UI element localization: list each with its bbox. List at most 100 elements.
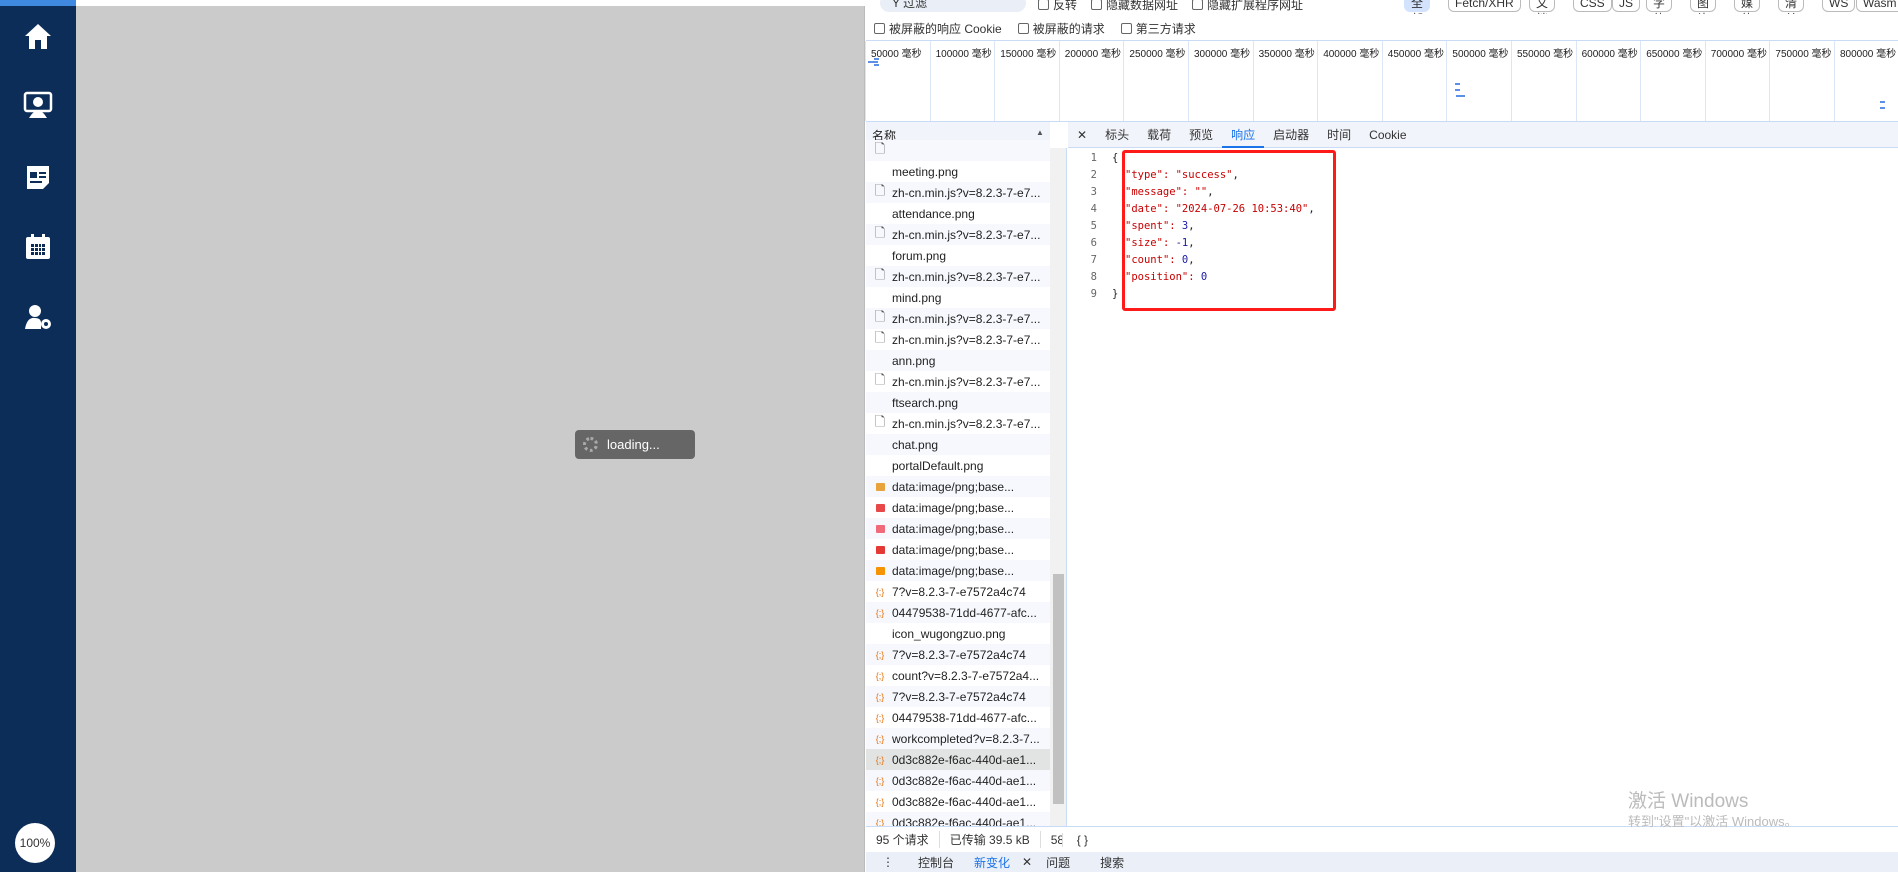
close-details-button[interactable]: ✕ (1068, 122, 1096, 148)
timeline-tick-label: 350000 毫秒 (1252, 41, 1318, 121)
request-name: 0d3c882e-f6ac-440d-ae1... (892, 752, 1037, 767)
fetch-xhr-icon: {;} (875, 754, 885, 765)
sidebar: 100% (0, 0, 76, 872)
request-row[interactable]: {;} workcompleted?v=8.2.3-7... (866, 728, 1050, 749)
tab-4[interactable]: 启动器 (1264, 122, 1318, 148)
request-row[interactable]: data:image/png;base... (866, 518, 1050, 539)
type-filter-button[interactable]: Fetch/XHR (1448, 0, 1521, 12)
type-filter-button[interactable]: 图片 (1690, 0, 1717, 14)
type-filter-button[interactable]: 字体 (1646, 0, 1673, 14)
request-row[interactable]: mind.png (866, 287, 1050, 308)
checkbox-box[interactable] (1017, 23, 1029, 34)
request-row[interactable]: attendance.png (866, 203, 1050, 224)
loading-text: loading... (607, 437, 660, 452)
request-row[interactable]: 🗋 zh-cn.min.js?v=8.2.3-7-e7... (866, 266, 1050, 287)
request-row[interactable]: {;} 7?v=8.2.3-7-e7572a4c74 (866, 581, 1050, 602)
more-tools-icon[interactable]: ⋮ (866, 855, 906, 869)
tab-6[interactable]: Cookie (1360, 122, 1415, 148)
timeline-tick-label: 500000 毫秒 (1446, 41, 1511, 121)
calendar-icon[interactable] (20, 229, 56, 265)
checkbox-0[interactable]: 被屏蔽的响应 Cookie (874, 20, 1002, 37)
type-filter-button[interactable]: 清单 (1778, 0, 1805, 14)
request-row[interactable]: 🗋 (866, 140, 1050, 161)
request-name: zh-cn.min.js?v=8.2.3-7-e7... (892, 185, 1041, 200)
request-row[interactable]: {;} 04479538-71dd-4677-afc... (866, 707, 1050, 728)
checkbox-box[interactable] (1120, 23, 1132, 34)
request-row[interactable]: 🗋 zh-cn.min.js?v=8.2.3-7-e7... (866, 182, 1050, 203)
tab-whats-new[interactable]: 新变化 (966, 854, 1014, 871)
request-name: zh-cn.min.js?v=8.2.3-7-e7... (892, 332, 1041, 347)
type-filter-button[interactable]: WS (1822, 0, 1856, 12)
request-row[interactable]: {;} 0d3c882e-f6ac-440d-ae1... (866, 812, 1050, 826)
timeline-tick-label: 800000 毫秒 (1834, 41, 1898, 121)
zoom-level-badge[interactable]: 100% (15, 823, 55, 863)
newspaper-icon[interactable] (20, 159, 56, 195)
checkbox-box[interactable] (874, 23, 885, 34)
checkbox-box[interactable] (1192, 0, 1204, 10)
request-row[interactable]: data:image/png;base... (866, 560, 1050, 581)
tab-issues[interactable]: 问题 (1040, 854, 1100, 871)
user-settings-icon[interactable] (20, 299, 56, 335)
type-filter-button[interactable]: Wasm (1856, 0, 1898, 12)
devtools-network-panel: Y 过滤 反转 隐藏数据网址 隐藏扩展程序网址 全部 Fetch/XHR 文档 CSSJS… (865, 0, 1898, 872)
checkbox-2[interactable]: 隐藏扩展程序网址 (1192, 0, 1303, 13)
timeline-tick-label: 100000 毫秒 (929, 41, 995, 121)
close-tab-icon[interactable]: ✕ (1014, 855, 1040, 869)
request-name: 0d3c882e-f6ac-440d-ae1... (892, 815, 1037, 827)
request-name: 04479538-71dd-4677-afc... (892, 710, 1037, 725)
scrollbar-thumb[interactable] (1053, 574, 1064, 804)
tab-console[interactable]: 控制台 (906, 854, 966, 871)
request-row[interactable]: {;} 7?v=8.2.3-7-e7572a4c74 (866, 686, 1050, 707)
request-row[interactable]: data:image/png;base... (866, 476, 1050, 497)
request-row[interactable]: 🗋 zh-cn.min.js?v=8.2.3-7-e7... (866, 371, 1050, 392)
request-row[interactable]: chat.png (866, 434, 1050, 455)
request-list-scrollbar[interactable] (1050, 148, 1067, 826)
type-filter-button[interactable]: 文档 (1529, 0, 1556, 14)
checkbox-1[interactable]: 隐藏数据网址 (1091, 0, 1178, 13)
request-row[interactable]: {;} 0d3c882e-f6ac-440d-ae1... (866, 770, 1050, 791)
tab-2[interactable]: 预览 (1180, 122, 1222, 148)
pretty-print-button[interactable]: { } (1067, 833, 1098, 847)
request-row[interactable]: ftsearch.png (866, 392, 1050, 413)
type-filter-button[interactable]: CSS (1573, 0, 1612, 12)
type-filter-button[interactable]: JS (1612, 0, 1641, 12)
request-row[interactable]: meeting.png (866, 161, 1050, 182)
type-filter-button[interactable]: 媒体 (1734, 0, 1761, 14)
user-monitor-icon[interactable] (20, 87, 56, 123)
timeline-overview[interactable]: 50000 毫秒 100000 毫秒 150000 毫秒 200000 毫秒 25000… (865, 40, 1898, 122)
filter-input[interactable]: Y 过滤 (880, 0, 1026, 12)
tab-3[interactable]: 响应 (1222, 122, 1265, 148)
request-row[interactable]: portalDefault.png (866, 455, 1050, 476)
tab-5[interactable]: 时间 (1318, 122, 1360, 148)
request-row[interactable]: 🗋 zh-cn.min.js?v=8.2.3-7-e7... (866, 224, 1050, 245)
request-row[interactable]: icon_wugongzuo.png (866, 623, 1050, 644)
home-icon[interactable] (20, 18, 56, 54)
request-row[interactable]: {;} 0d3c882e-f6ac-440d-ae1... (866, 791, 1050, 812)
timeline-tick-label: 150000 毫秒 (994, 41, 1059, 121)
checkbox-0[interactable]: 反转 (1038, 0, 1077, 13)
line-number: 8 (1090, 271, 1097, 283)
request-row[interactable]: {;} 0d3c882e-f6ac-440d-ae1... (866, 749, 1050, 770)
request-row[interactable]: 🗋 zh-cn.min.js?v=8.2.3-7-e7... (866, 329, 1050, 350)
request-row[interactable]: {;} count?v=8.2.3-7-e7572a4... (866, 665, 1050, 686)
request-row[interactable]: 🗋 zh-cn.min.js?v=8.2.3-7-e7... (866, 413, 1050, 434)
timeline-tick-label: 400000 毫秒 (1317, 41, 1382, 121)
checkbox-box[interactable] (1091, 0, 1103, 10)
request-row[interactable]: data:image/png;base... (866, 539, 1050, 560)
tab-0[interactable]: 标头 (1096, 122, 1138, 148)
fetch-xhr-icon: {;} (875, 775, 885, 786)
request-row[interactable]: {;} 7?v=8.2.3-7-e7572a4c74 (866, 644, 1050, 665)
tab-search[interactable]: 搜索 (1100, 854, 1124, 871)
request-row[interactable]: ann.png (866, 350, 1050, 371)
checkbox-1[interactable]: 被屏蔽的请求 (1017, 20, 1105, 37)
request-name: ann.png (892, 353, 936, 368)
request-row[interactable]: data:image/png;base... (866, 497, 1050, 518)
tab-1[interactable]: 载荷 (1138, 122, 1180, 148)
type-filter-button[interactable]: 全部 (1404, 0, 1431, 14)
request-name: attendance.png (892, 206, 975, 221)
request-row[interactable]: 🗋 zh-cn.min.js?v=8.2.3-7-e7... (866, 308, 1050, 329)
checkbox-box[interactable] (1038, 0, 1049, 10)
request-row[interactable]: forum.png (866, 245, 1050, 266)
request-row[interactable]: {;} 04479538-71dd-4677-afc... (866, 602, 1050, 623)
checkbox-2[interactable]: 第三方请求 (1120, 20, 1196, 37)
